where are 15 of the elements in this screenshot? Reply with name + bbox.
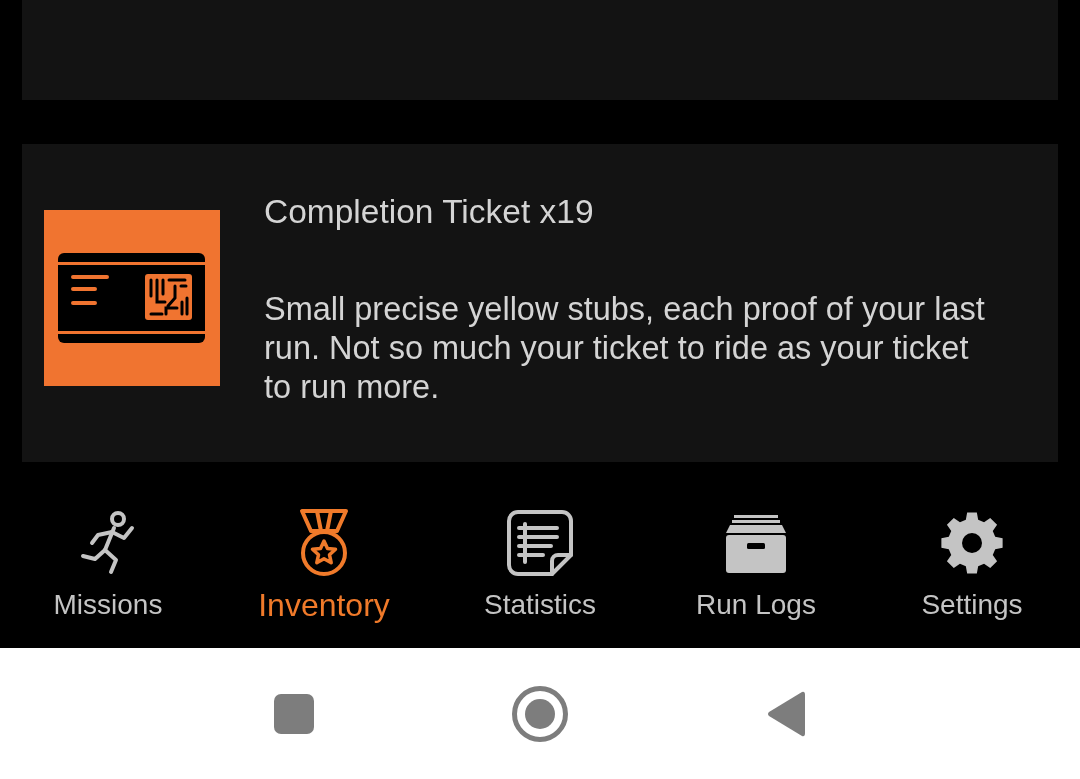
nav-tab[interactable]: Inventory [216,462,432,648]
ticket-icon [44,210,220,386]
back-icon [767,690,805,737]
document-icon [507,510,573,576]
nav-tab[interactable]: Run Logs [648,462,864,648]
nav-tab[interactable]: Missions [0,462,216,648]
square-icon [274,693,314,734]
item-description: Small precise yellow stubs, each proof of your last run. Not so much your ticket to ride as your ticket to run more. [264,290,986,407]
settings-icon [940,511,1004,575]
nav-tab[interactable]: Statistics [432,462,648,648]
nav-tab[interactable]: Settings [864,462,1080,648]
item-title: Completion Ticket x19 [264,192,595,232]
ring-icon [512,685,568,742]
archive-box-icon [724,513,788,573]
medal-icon [297,509,351,577]
